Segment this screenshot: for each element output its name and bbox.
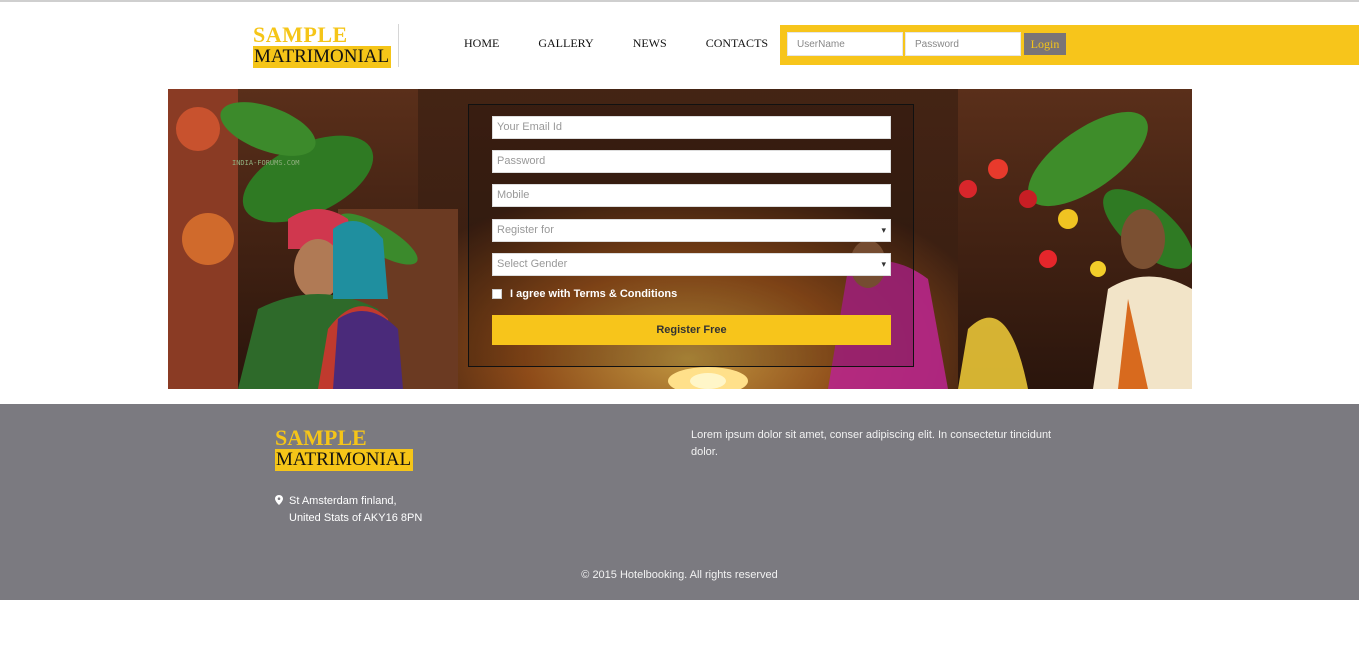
address-line-2: United Stats of AKY16 8PN <box>289 512 423 524</box>
footer-logo-line-1: SAMPLE <box>275 425 367 450</box>
footer-logo[interactable]: SAMPLE MATRIMONIAL <box>275 425 414 471</box>
nav-contacts[interactable]: CONTACTS <box>706 36 768 51</box>
mobile-field[interactable]: Mobile <box>492 184 891 207</box>
register-for-value: Register for <box>497 224 554 236</box>
copyright: © 2015 Hotelbooking. All rights reserved <box>581 569 778 581</box>
register-button[interactable]: Register Free <box>492 315 891 345</box>
logo-line-1: SAMPLE <box>253 22 348 47</box>
top-border <box>0 0 1359 2</box>
header-divider <box>398 24 399 67</box>
footer-logo-line-2: MATRIMONIAL <box>275 449 414 471</box>
gender-select[interactable]: Select Gender <box>492 253 891 276</box>
footer-address: St Amsterdam finland, United Stats of AK… <box>275 493 422 527</box>
login-button[interactable]: Login <box>1024 33 1066 55</box>
terms-row: I agree with Terms & Conditions <box>492 288 677 300</box>
address-line-1: St Amsterdam finland, <box>289 495 397 507</box>
site-logo[interactable]: SAMPLE MATRIMONIAL <box>253 22 392 68</box>
photo-watermark: INDIA-FORUMS.COM <box>232 159 299 167</box>
terms-checkbox[interactable] <box>492 289 502 299</box>
logo-line-2: MATRIMONIAL <box>253 46 392 68</box>
hero-banner: INDIA-FORUMS.COM Your Email Id Password … <box>168 89 1192 389</box>
terms-label: I agree with Terms & Conditions <box>510 288 678 300</box>
email-field[interactable]: Your Email Id <box>492 116 891 139</box>
login-bar: Login <box>780 25 1359 65</box>
username-input[interactable] <box>787 32 903 56</box>
nav-news[interactable]: NEWS <box>633 36 667 51</box>
password-field[interactable]: Password <box>492 150 891 173</box>
main-nav: HOME GALLERY NEWS CONTACTS <box>464 36 807 51</box>
nav-gallery[interactable]: GALLERY <box>538 36 593 51</box>
registration-form: Your Email Id Password Mobile Register f… <box>468 104 914 367</box>
site-footer: SAMPLE MATRIMONIAL St Amsterdam finland,… <box>0 404 1359 600</box>
map-pin-icon <box>275 495 283 505</box>
register-for-select[interactable]: Register for <box>492 219 891 242</box>
footer-description: Lorem ipsum dolor sit amet, conser adipi… <box>691 429 1052 458</box>
password-input[interactable] <box>905 32 1021 56</box>
nav-home[interactable]: HOME <box>464 36 499 51</box>
gender-value: Select Gender <box>497 258 568 270</box>
